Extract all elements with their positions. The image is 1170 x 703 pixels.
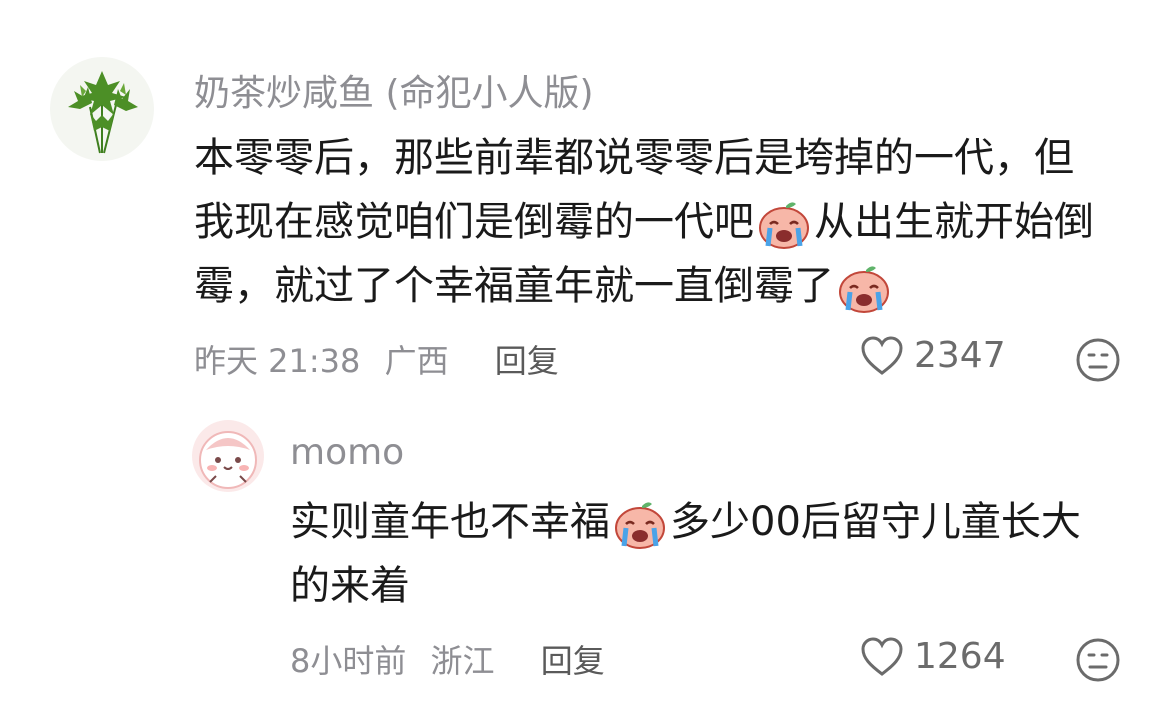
herb-plant-icon: [68, 71, 138, 154]
comment-line: 霉，就过了个幸福童年就一直倒霉了: [194, 254, 1094, 318]
crying-sticker-icon: [615, 502, 665, 549]
comment-text-segment: 我现在感觉咱们是倒霉的一代吧: [194, 199, 754, 245]
like-button[interactable]: 2347: [860, 335, 1006, 376]
reply-button[interactable]: 回复: [541, 642, 605, 680]
comment-line: 的来着: [290, 563, 410, 609]
dislike-face-icon[interactable]: [1075, 337, 1121, 383]
comment-meta: 8小时前 浙江 回复: [290, 636, 619, 682]
comment-time: 8小时前: [290, 642, 407, 680]
comment-time: 昨天 21:38: [194, 342, 361, 380]
like-count: 2347: [914, 335, 1006, 376]
comment-line: 实则童年也不幸福 多少00后留守儿童长大: [290, 490, 1081, 554]
heart-icon: [861, 335, 903, 375]
like-count: 1264: [914, 636, 1006, 677]
comment-text: 本零零后，那些前辈都说零零后是垮掉的一代，但 我现在感觉咱们是倒霉的一代吧 从出…: [194, 126, 1094, 318]
comment-text-segment: 实则童年也不幸福: [290, 499, 610, 545]
comment-text: 实则童年也不幸福 多少00后留守儿童长大 的来着: [290, 490, 1081, 618]
author-name[interactable]: momo: [290, 432, 404, 473]
comment-line: 本零零后，那些前辈都说零零后是垮掉的一代，但: [194, 135, 1074, 181]
like-button[interactable]: 1264: [860, 636, 1006, 677]
dislike-face-icon[interactable]: [1075, 637, 1121, 683]
comment-meta: 昨天 21:38 广西 回复: [194, 336, 573, 382]
comment-line: 我现在感觉咱们是倒霉的一代吧 从出生就开始倒: [194, 190, 1094, 254]
avatar[interactable]: [192, 420, 264, 492]
pink-cute-character-icon: [199, 431, 257, 489]
avatar[interactable]: [50, 57, 154, 161]
heart-icon: [861, 636, 903, 676]
crying-sticker-icon: [839, 266, 889, 313]
comment-text-segment: 从出生就开始倒: [814, 199, 1094, 245]
comment-text-segment: 多少00后留守儿童长大: [670, 499, 1081, 545]
author-name[interactable]: 奶茶炒咸鱼 (命犯小人版): [194, 64, 594, 116]
reply-button[interactable]: 回复: [495, 342, 559, 380]
comment-location: 浙江: [430, 642, 495, 680]
crying-sticker-icon: [759, 202, 809, 249]
comment-text-segment: 霉，就过了个幸福童年就一直倒霉了: [194, 263, 834, 309]
comment-location: 广西: [384, 342, 449, 380]
